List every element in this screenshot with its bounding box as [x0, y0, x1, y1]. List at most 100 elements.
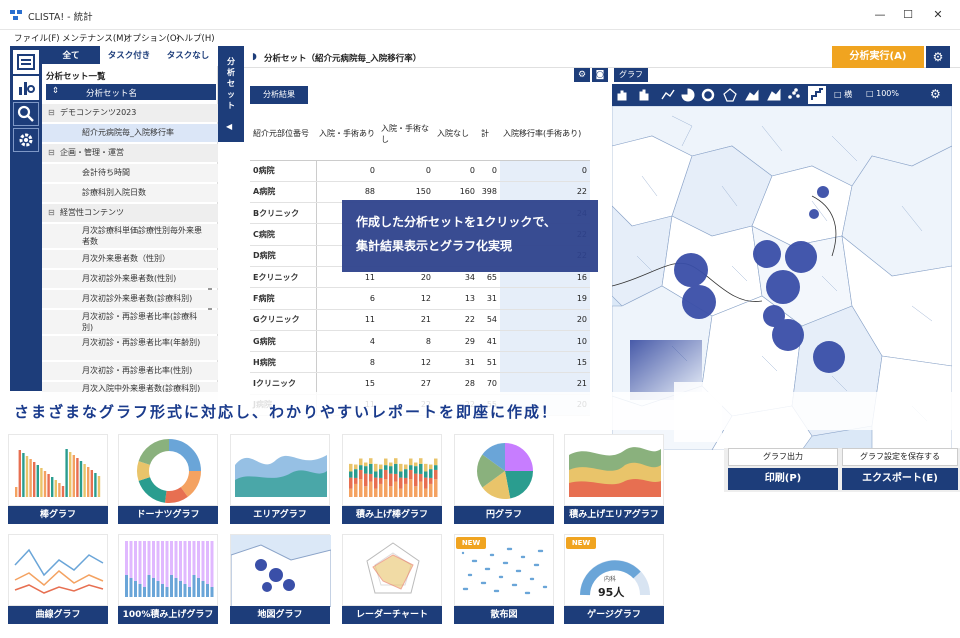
graph-type-label: 曲線グラフ	[8, 606, 108, 624]
graph-toolbar: □ 横 □ 100% ⚙	[612, 84, 952, 106]
tab-result[interactable]: 分析結果	[250, 86, 308, 104]
title-marker-icon: ◗	[252, 52, 257, 62]
tab-no-task[interactable]: タスクなし	[158, 46, 218, 66]
graph-type-card[interactable]: ドーナツグラフ	[118, 434, 218, 524]
filter-tabs: 全て タスク付き タスクなし	[42, 46, 218, 66]
table-row[interactable]: Gクリニック 11 21 22 54 20	[250, 309, 590, 331]
table-cell: D病院	[250, 245, 317, 267]
graph-type-label: 積み上げエリアグラフ	[564, 506, 664, 524]
tree-item-label: 月次初診・再診患者比率(年齢別)	[82, 338, 201, 347]
table-cell: 8	[316, 351, 378, 374]
graph-thumbnail	[454, 434, 554, 506]
chart-icon[interactable]	[13, 76, 39, 100]
graph-type-label: 散布図	[454, 606, 554, 624]
tree-item[interactable]: 月次初診・再診患者比率(年齢別)	[42, 336, 218, 360]
search-icon[interactable]	[13, 102, 39, 126]
tree-item[interactable]: 月次初診・再診患者比率(診療科別)	[42, 310, 218, 334]
menu-help[interactable]: ヘルプ(H)	[176, 32, 215, 44]
table-column-header[interactable]: 入院移行率(手術あり)	[500, 108, 590, 161]
graph-type-card[interactable]: 100%積み上げグラフ	[118, 534, 218, 624]
table-cell: G病院	[250, 330, 317, 353]
sort-icon[interactable]: ⇕	[52, 86, 59, 96]
save-graph-settings-button[interactable]: グラフ設定を保存する	[842, 448, 958, 466]
tree-item[interactable]: 月次外来患者数（性別）	[42, 250, 218, 268]
graph-type-card[interactable]: 円グラフ	[454, 434, 554, 524]
table-column-header[interactable]: 紹介元部位番号	[250, 108, 316, 161]
promo-banner: さまざまなグラフ形式に対応し、わかりやすいレポートを即座に作成！	[0, 392, 960, 430]
tree-item[interactable]: ⊟ デモコンテンツ2023	[42, 104, 218, 122]
tree-item[interactable]: 診療科別入院日数	[42, 184, 218, 202]
graph-thumbnail	[8, 434, 108, 506]
table-cell: 6	[316, 287, 378, 310]
tab-graph[interactable]: グラフ	[614, 68, 648, 82]
maximize-icon[interactable]: ☐	[896, 8, 920, 22]
table-column-header[interactable]: 入院なし	[434, 108, 478, 161]
map-bubble	[809, 209, 819, 219]
print-button[interactable]: 印刷(P)	[728, 468, 838, 490]
gear-icon[interactable]	[13, 128, 39, 152]
graph-type-card[interactable]: NEW 内科 95人 ゲージグラフ	[564, 534, 664, 624]
table-cell: A病院	[250, 181, 317, 204]
table-row[interactable]: H病院 8 12 31 51 15	[250, 351, 590, 374]
tree-item[interactable]: 月次診療科単価診療性別毎外来患者数	[42, 224, 218, 248]
graph-type-card[interactable]: レーダーチャート	[342, 534, 442, 624]
camera-icon[interactable]: ◙	[592, 68, 608, 82]
callout-line-1: 作成した分析セットを1クリックで、	[356, 215, 556, 229]
graph-type-label: ゲージグラフ	[564, 606, 664, 624]
table-cell: 0	[316, 160, 378, 182]
menu-bar: ファイル(F) メンテナンス(M) オプション(O) ヘルプ(H)	[0, 30, 960, 46]
collapse-panel[interactable]: 分析セット ◀	[218, 46, 244, 142]
tree-item[interactable]: 紹介元病院毎_入院移行率	[42, 124, 218, 142]
table-cell: 15	[500, 351, 590, 374]
menu-file[interactable]: ファイル(F)	[14, 32, 60, 44]
collapse-arrow-icon[interactable]: ◀	[226, 122, 232, 131]
map-bubble	[674, 253, 708, 287]
table-row[interactable]: G病院 4 8 29 41 10	[250, 330, 590, 353]
table-column-header[interactable]: 入院・手術なし	[378, 108, 434, 161]
table-row[interactable]: 0病院 0 0 0 0 0	[250, 160, 590, 182]
table-row[interactable]: F病院 6 12 13 31 19	[250, 287, 590, 310]
tree-toggle-icon[interactable]: ⊟	[48, 204, 55, 222]
minimize-icon[interactable]: —	[868, 8, 892, 22]
map-bubble	[772, 319, 804, 351]
export-button[interactable]: エクスポート(E)	[842, 468, 958, 490]
percent-checkbox[interactable]: □ 100%	[866, 89, 899, 98]
run-analysis-button[interactable]: 分析実行(A)	[832, 46, 924, 68]
map-bubble	[785, 241, 817, 273]
menu-maintenance[interactable]: メンテナンス(M)	[62, 32, 127, 44]
graph-type-card[interactable]: 曲線グラフ	[8, 534, 108, 624]
graph-output-button[interactable]: グラフ出力	[728, 448, 838, 466]
graph-type-card[interactable]: 地図グラフ	[230, 534, 332, 624]
tree-item[interactable]: ⊟ 企画・管理・運営	[42, 144, 218, 162]
graph-thumbnail	[564, 434, 664, 506]
graph-type-label: 円グラフ	[454, 506, 554, 524]
menu-option[interactable]: オプション(O)	[124, 32, 180, 44]
graph-gear-icon[interactable]: ⚙	[930, 87, 941, 101]
tree-item[interactable]: ⊟ 経営性コンテンツ	[42, 204, 218, 222]
tree-item[interactable]: 月次初診・再診患者比率(性別)	[42, 362, 218, 380]
graph-pane: グラフ □ 横 □ 100% ⚙	[611, 68, 953, 451]
list-icon[interactable]	[13, 50, 39, 74]
tree-toggle-icon[interactable]: ⊟	[48, 104, 55, 122]
settings-gear-icon[interactable]: ⚙	[926, 46, 950, 68]
tree-item[interactable]: 月次初診外来患者数(性別)	[42, 270, 218, 288]
graph-type-card[interactable]: 積み上げエリアグラフ	[564, 434, 664, 524]
tree-item[interactable]: 月次初診外来患者数(診療科別)	[42, 290, 218, 308]
close-icon[interactable]: ✕	[926, 8, 950, 22]
horizontal-checkbox[interactable]: □ 横	[834, 89, 852, 100]
bar-type-icon	[617, 90, 627, 101]
table-column-header[interactable]: 計	[478, 108, 500, 161]
graph-type-card[interactable]: エリアグラフ	[230, 434, 330, 524]
tab-all[interactable]: 全て	[42, 46, 100, 66]
table-gear-icon[interactable]: ⚙	[574, 68, 590, 82]
new-badge: NEW	[456, 537, 486, 549]
tree-toggle-icon[interactable]: ⊟	[48, 144, 55, 162]
table-column-header[interactable]: 入院・手術あり	[316, 108, 378, 161]
graph-type-card[interactable]: 積み上げ棒グラフ	[342, 434, 442, 524]
window-title: CLISTA! - 統計	[28, 12, 93, 23]
graph-type-card[interactable]: 棒グラフ	[8, 434, 108, 524]
graph-type-card[interactable]: NEW 散布図	[454, 534, 554, 624]
tab-with-task[interactable]: タスク付き	[100, 46, 158, 66]
graph-thumbnail	[230, 534, 332, 608]
tree-item[interactable]: 会計待ち時間	[42, 164, 218, 182]
